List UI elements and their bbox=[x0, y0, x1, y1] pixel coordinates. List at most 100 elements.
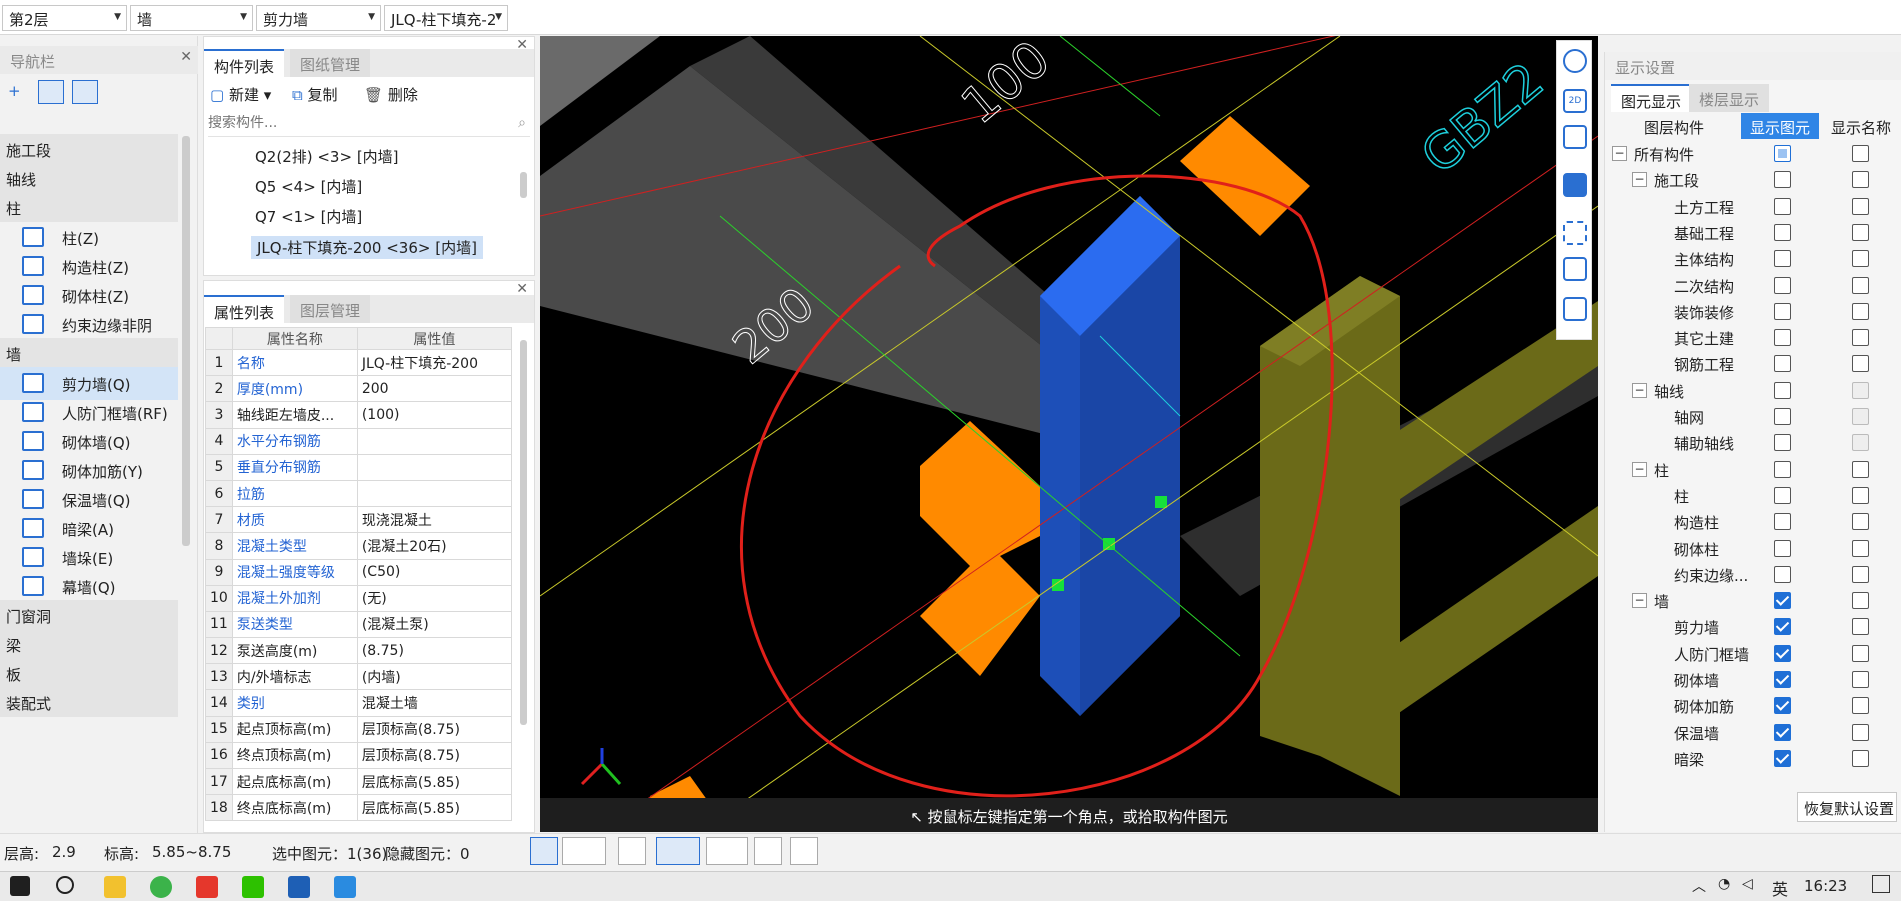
column-show-element[interactable]: 显示图元 bbox=[1741, 113, 1819, 139]
show-name-checkbox[interactable] bbox=[1852, 618, 1869, 636]
delete-button[interactable]: 🗑 删除 bbox=[364, 84, 418, 105]
show-element-checkbox[interactable] bbox=[1774, 145, 1791, 162]
component-row[interactable]: Q2(2排) <3> [内墙] bbox=[255, 146, 399, 167]
show-name-checkbox[interactable] bbox=[1852, 513, 1869, 531]
property-row[interactable]: 1 名称 JLQ-柱下填充-200 bbox=[205, 348, 513, 377]
property-value[interactable]: (内墙) bbox=[356, 663, 513, 691]
chevron-up-icon[interactable]: ︿ bbox=[1692, 876, 1706, 896]
property-value[interactable]: (混凝土20石) bbox=[356, 532, 513, 560]
component-row[interactable]: JLQ-柱下填充-200 <36> [内墙] bbox=[251, 236, 483, 259]
property-row[interactable]: 14 类别 混凝土墙 bbox=[205, 689, 513, 717]
property-value[interactable] bbox=[356, 479, 513, 508]
property-value[interactable]: (100) bbox=[356, 401, 513, 429]
show-element-checkbox[interactable] bbox=[1774, 197, 1791, 215]
show-name-checkbox[interactable] bbox=[1852, 697, 1869, 715]
nav-category[interactable]: 轴线 bbox=[0, 163, 178, 193]
property-row[interactable]: 12 泵送高度(m) (8.75) bbox=[205, 637, 513, 665]
windows-start-icon[interactable] bbox=[10, 876, 30, 896]
grip-point[interactable] bbox=[1155, 496, 1167, 508]
nav-item[interactable]: 幕墙(Q) bbox=[0, 570, 178, 603]
component-row[interactable]: Q5 <4> [内墙] bbox=[255, 176, 362, 197]
polar-track-icon[interactable] bbox=[790, 837, 818, 865]
show-name-checkbox[interactable] bbox=[1852, 250, 1869, 268]
add-icon[interactable]: + bbox=[8, 82, 21, 100]
collapse-icon[interactable]: − bbox=[1632, 461, 1647, 477]
property-row[interactable]: 10 混凝土外加剂 (无) bbox=[205, 584, 513, 612]
new-button[interactable]: ▢ 新建 ▾ bbox=[210, 84, 271, 105]
nav-category[interactable]: 门窗洞 bbox=[0, 600, 178, 630]
property-value[interactable]: 层底标高(5.85) bbox=[356, 767, 513, 796]
search-input[interactable] bbox=[208, 115, 498, 131]
property-value[interactable]: (无) bbox=[356, 584, 513, 612]
network-icon[interactable]: ◔ bbox=[1718, 876, 1730, 892]
show-name-checkbox[interactable] bbox=[1852, 539, 1869, 557]
section-box-icon[interactable] bbox=[1563, 257, 1587, 281]
wps-icon[interactable] bbox=[196, 876, 218, 898]
property-row[interactable]: 6 拉筋 bbox=[205, 479, 513, 508]
property-scrollbar[interactable] bbox=[520, 340, 527, 725]
property-row[interactable]: 5 垂直分布钢筋 bbox=[205, 453, 513, 481]
restore-default-button[interactable]: 恢复默认设置 bbox=[1797, 792, 1897, 822]
property-value[interactable]: JLQ-柱下填充-200 bbox=[356, 348, 513, 377]
column-show-name[interactable]: 显示名称 bbox=[1821, 113, 1901, 139]
show-name-checkbox[interactable] bbox=[1852, 592, 1869, 610]
tab-layer-management[interactable]: 图层管理 bbox=[290, 295, 371, 323]
show-name-checkbox[interactable] bbox=[1852, 671, 1869, 688]
property-row[interactable]: 13 内/外墙标志 (内墙) bbox=[205, 663, 513, 691]
show-element-checkbox[interactable] bbox=[1774, 171, 1791, 189]
nav-scrollbar[interactable] bbox=[182, 136, 190, 546]
list-scrollbar[interactable] bbox=[520, 172, 527, 198]
3d-box-icon[interactable] bbox=[1563, 125, 1587, 149]
property-value[interactable]: 现浇混凝土 bbox=[356, 506, 513, 534]
detail-view-icon[interactable] bbox=[72, 80, 98, 104]
close-icon[interactable]: ✕ bbox=[180, 49, 192, 65]
show-name-checkbox[interactable] bbox=[1852, 486, 1869, 504]
tab-drawing-management[interactable]: 图纸管理 bbox=[290, 49, 371, 77]
volume-icon[interactable]: ◁ bbox=[1742, 876, 1753, 892]
show-element-checkbox[interactable] bbox=[1774, 408, 1791, 425]
collapse-icon[interactable]: − bbox=[1612, 146, 1627, 161]
dynamic-input-icon[interactable] bbox=[706, 837, 748, 865]
property-value[interactable] bbox=[356, 427, 513, 455]
show-name-checkbox[interactable] bbox=[1852, 197, 1869, 215]
show-name-checkbox[interactable] bbox=[1852, 723, 1869, 741]
show-element-checkbox[interactable] bbox=[1774, 565, 1791, 583]
show-element-checkbox[interactable] bbox=[1774, 592, 1791, 610]
app-icon[interactable] bbox=[288, 876, 310, 898]
wechat-icon[interactable] bbox=[242, 876, 264, 898]
show-element-checkbox[interactable] bbox=[1774, 486, 1791, 504]
3d-viewport[interactable]: 100 200 GBZ2 ↖ 按鼠标左键指定第一个角点，或拾取构件图元 bbox=[540, 36, 1598, 832]
property-row[interactable]: 2 厚度(mm) 200 bbox=[205, 375, 513, 403]
show-name-checkbox[interactable] bbox=[1852, 434, 1869, 452]
show-element-checkbox[interactable] bbox=[1774, 644, 1791, 662]
show-name-checkbox[interactable] bbox=[1852, 171, 1869, 189]
show-name-checkbox[interactable] bbox=[1852, 408, 1869, 425]
property-row[interactable]: 7 材质 现浇混凝土 bbox=[205, 506, 513, 534]
nav-category[interactable]: 装配式 bbox=[0, 687, 178, 717]
show-name-checkbox[interactable] bbox=[1852, 223, 1869, 241]
tab-component-list[interactable]: 构件列表 bbox=[204, 49, 285, 77]
show-element-checkbox[interactable] bbox=[1774, 513, 1791, 531]
show-element-checkbox[interactable] bbox=[1774, 223, 1791, 241]
property-value[interactable]: 混凝土墙 bbox=[356, 689, 513, 717]
show-element-checkbox[interactable] bbox=[1774, 302, 1791, 320]
search-box[interactable]: ⌕ bbox=[208, 115, 530, 137]
show-name-checkbox[interactable] bbox=[1852, 302, 1869, 320]
show-name-checkbox[interactable] bbox=[1852, 329, 1869, 347]
property-row[interactable]: 9 混凝土强度等级 (C50) bbox=[205, 558, 513, 586]
object-snap-icon[interactable] bbox=[562, 837, 606, 865]
show-element-checkbox[interactable] bbox=[1774, 749, 1791, 767]
tab-property-list[interactable]: 属性列表 bbox=[204, 295, 285, 323]
list-view-icon[interactable] bbox=[38, 80, 64, 104]
show-name-checkbox[interactable] bbox=[1852, 644, 1869, 662]
nav-category[interactable]: 柱 bbox=[0, 192, 178, 222]
show-element-checkbox[interactable] bbox=[1774, 618, 1791, 636]
nav-category[interactable]: 墙 bbox=[0, 338, 178, 368]
show-element-checkbox[interactable] bbox=[1774, 723, 1791, 741]
property-value[interactable]: (混凝土泵) bbox=[356, 610, 513, 639]
show-name-checkbox[interactable] bbox=[1852, 565, 1869, 583]
property-row[interactable]: 4 水平分布钢筋 bbox=[205, 427, 513, 455]
property-row[interactable]: 16 终点顶标高(m) 层顶标高(8.75) bbox=[205, 741, 513, 770]
category-select[interactable]: 墙 ▼ bbox=[130, 5, 253, 31]
show-element-checkbox[interactable] bbox=[1774, 329, 1791, 347]
